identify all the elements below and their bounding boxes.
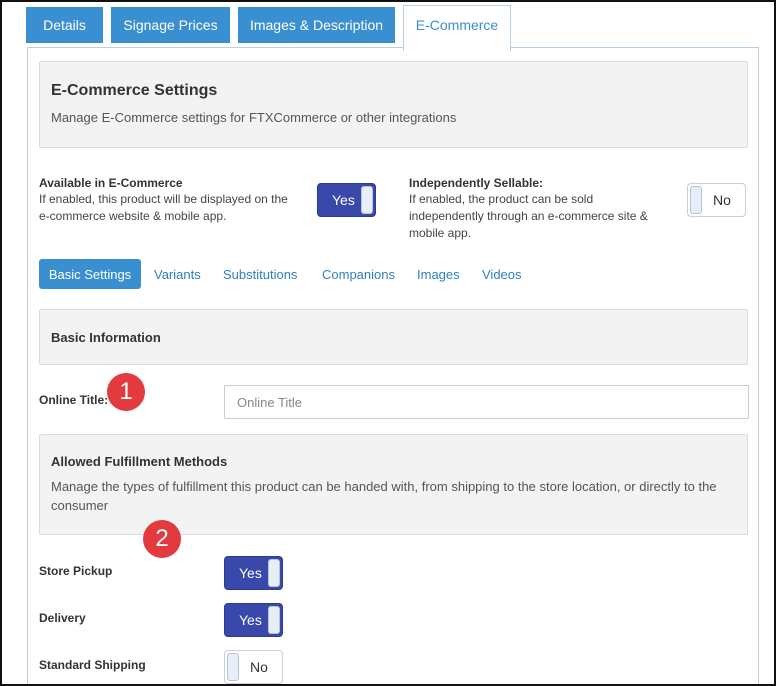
sellable-toggle[interactable]: No [687,183,746,217]
window-frame: Details Signage Prices Images & Descript… [0,0,776,686]
tab-images-description[interactable]: Images & Description [238,7,395,43]
toggle-knob [268,559,280,587]
subtab-variants[interactable]: Variants [154,259,201,289]
subtab-basic-settings[interactable]: Basic Settings [39,259,141,289]
tab-details[interactable]: Details [26,7,103,43]
ecommerce-settings-title: E-Commerce Settings [51,82,218,99]
toggle-knob [361,186,373,214]
delivery-toggle-label: Yes [239,612,262,628]
online-title-label: Online Title: [39,393,109,407]
tab-signage-prices[interactable]: Signage Prices [111,7,230,43]
standard-shipping-label: Standard Shipping [39,658,146,672]
fulfillment-methods-description: Manage the types of fulfillment this pro… [51,479,717,513]
basic-information-panel: Basic Information [39,309,748,365]
fulfillment-methods-panel: Allowed Fulfillment Methods Manage the t… [39,434,748,535]
toggle-knob [227,653,239,681]
available-toggle[interactable]: Yes [317,183,376,217]
ecommerce-settings-description: Manage E-Commerce settings for FTXCommer… [51,110,457,125]
fulfillment-methods-title: Allowed Fulfillment Methods [51,454,228,469]
sellable-help: If enabled, the product can be sold inde… [409,192,648,240]
sellable-toggle-label: No [713,192,731,208]
available-label: Available in E-Commerce [39,176,183,190]
subtab-images[interactable]: Images [417,259,460,289]
subtab-substitutions[interactable]: Substitutions [223,259,297,289]
sellable-label: Independently Sellable: [409,176,544,190]
toggle-knob [268,606,280,634]
annotation-badge-2: 2 [143,520,181,558]
ecommerce-settings-panel: E-Commerce Settings Manage E-Commerce se… [39,61,748,148]
available-help: If enabled, this product will be display… [39,192,288,223]
store-pickup-toggle[interactable]: Yes [224,556,283,590]
standard-shipping-toggle-label: No [250,659,268,675]
subtab-companions[interactable]: Companions [322,259,395,289]
delivery-label: Delivery [39,611,86,625]
delivery-toggle[interactable]: Yes [224,603,283,637]
basic-information-title: Basic Information [51,330,161,345]
online-title-input[interactable] [224,385,749,419]
available-toggle-label: Yes [332,192,355,208]
subtab-videos[interactable]: Videos [482,259,522,289]
store-pickup-toggle-label: Yes [239,565,262,581]
annotation-badge-1: 1 [107,373,145,411]
standard-shipping-toggle[interactable]: No [224,650,283,684]
toggle-knob [690,186,702,214]
tab-e-commerce[interactable]: E-Commerce [403,5,511,51]
store-pickup-label: Store Pickup [39,564,113,578]
